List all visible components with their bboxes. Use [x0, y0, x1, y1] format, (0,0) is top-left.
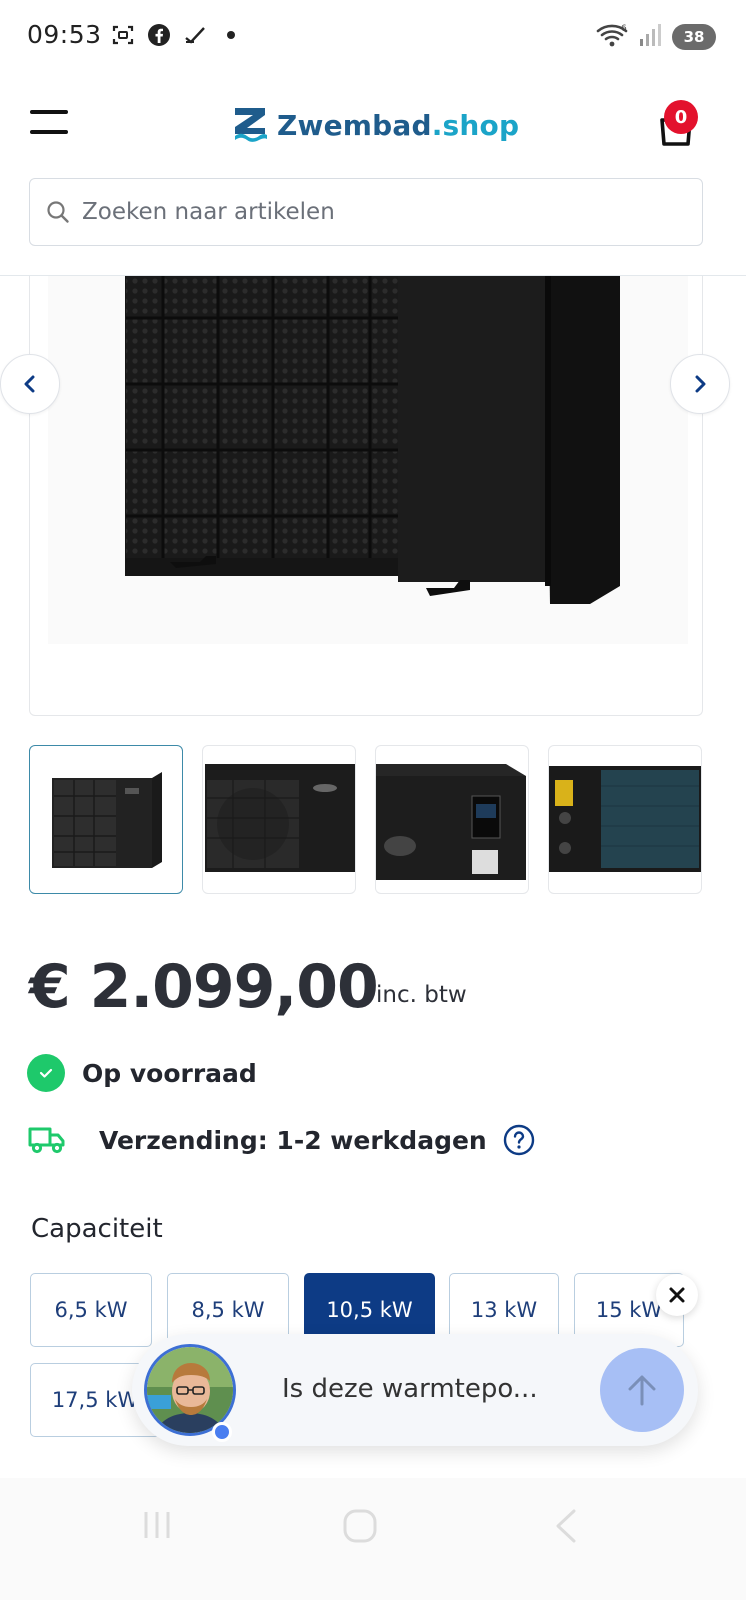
stock-status: Op voorraad: [27, 1054, 257, 1092]
svg-text:6: 6: [621, 24, 627, 34]
site-logo[interactable]: Zwembad.shop: [233, 106, 519, 144]
thumbnail-image: [205, 764, 355, 872]
status-bar: 09:53 6 38: [0, 0, 746, 72]
search-icon: [47, 201, 69, 223]
capacity-option-6-5kw[interactable]: 6,5 kW: [30, 1273, 152, 1347]
menu-button[interactable]: [30, 110, 68, 138]
logo-text: Zwembad.shop: [277, 109, 519, 142]
dot-icon: [218, 22, 244, 48]
facebook-icon: [146, 22, 172, 48]
help-circle-icon[interactable]: [503, 1124, 535, 1156]
wifi-icon: 6: [596, 22, 630, 52]
arrow-up-icon: [628, 1375, 656, 1406]
heat-pump-main-image: [125, 276, 620, 604]
search-bar[interactable]: [29, 178, 703, 246]
search-input[interactable]: [82, 199, 642, 225]
product-image-gallery[interactable]: [29, 276, 703, 716]
battery-indicator: 38: [672, 24, 716, 50]
thumbnail-front-close-view[interactable]: [202, 745, 356, 894]
thumbnail-side-panel-view[interactable]: [375, 745, 529, 894]
check-circle-icon: [27, 1054, 65, 1092]
thumbnail-front-view[interactable]: [29, 745, 183, 894]
capacity-title: Capaciteit: [31, 1214, 163, 1244]
screenshot-icon: [110, 22, 136, 48]
menu-icon-bar: [30, 130, 68, 134]
back-button[interactable]: [552, 1508, 582, 1548]
chat-close-button[interactable]: [656, 1274, 698, 1316]
chevron-left-icon: [24, 375, 35, 393]
status-time: 09:53: [27, 20, 102, 49]
product-price: € 2.099,00: [29, 952, 379, 1022]
back-icon: [556, 1509, 576, 1543]
zwembad-logo-icon: [235, 108, 267, 142]
gallery-next-button[interactable]: [670, 354, 730, 414]
check-icon: [182, 22, 208, 48]
thumbnail-strip: [29, 745, 703, 895]
status-system-icons: 6 38: [596, 22, 716, 52]
signal-icon: [638, 22, 664, 52]
chat-prompt-text[interactable]: Is deze warmtepo...: [282, 1374, 538, 1404]
logo-domain: .shop: [431, 108, 520, 142]
price-tax-note: inc. btw: [376, 982, 467, 1008]
status-notification-icons: [110, 22, 244, 48]
delivery-truck-icon: [28, 1127, 65, 1154]
recent-apps-icon: [144, 1512, 170, 1538]
gallery-prev-button[interactable]: [0, 354, 60, 414]
recent-apps-button[interactable]: [140, 1508, 174, 1546]
logo-name: Zwembad: [277, 108, 432, 142]
home-icon: [343, 1509, 377, 1543]
thumbnail-image: [52, 772, 162, 868]
close-icon: [669, 1287, 685, 1303]
chevron-right-icon: [695, 375, 706, 393]
chat-widget[interactable]: Is deze warmtepo...: [132, 1334, 698, 1446]
chat-send-button[interactable]: [600, 1348, 684, 1432]
shipping-info: Verzending: 1-2 werkdagen: [28, 1124, 535, 1156]
shipping-label: Verzending: 1-2 werkdagen: [99, 1125, 487, 1155]
thumbnail-image: [376, 764, 526, 880]
cart-count-badge: 0: [664, 100, 698, 134]
menu-icon-bar: [30, 110, 68, 114]
online-status-dot: [212, 1422, 232, 1442]
stock-label: Op voorraad: [82, 1058, 257, 1088]
thumbnail-back-view[interactable]: [548, 745, 702, 894]
site-header: Zwembad.shop 0: [0, 72, 746, 182]
home-button[interactable]: [342, 1508, 378, 1548]
agent-avatar-image: [147, 1347, 233, 1433]
thumbnail-image: [549, 766, 701, 872]
